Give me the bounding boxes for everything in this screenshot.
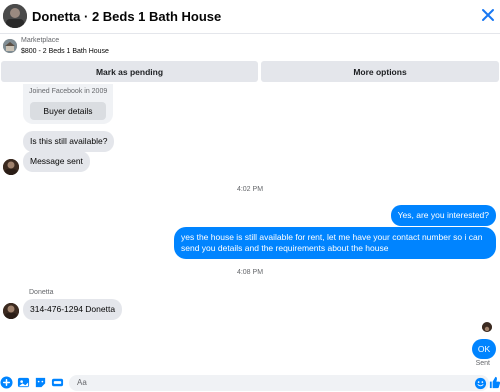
sticker-icon[interactable]: [34, 376, 47, 389]
gif-icon[interactable]: [51, 376, 64, 389]
message-outgoing[interactable]: yes the house is still available for ren…: [174, 227, 496, 259]
message-timestamp: 4:02 PM: [236, 186, 264, 193]
conversation-header: Donetta · 2 Beds 1 Bath House: [0, 0, 500, 34]
message-timestamp: 4:08 PM: [236, 269, 264, 276]
add-icon[interactable]: [0, 376, 13, 389]
listing-thumbnail: [3, 39, 17, 53]
avatar[interactable]: [3, 303, 19, 319]
emoji-icon[interactable]: [474, 377, 487, 390]
person-photo-icon: [3, 159, 19, 175]
person-photo-icon: [482, 325, 492, 332]
joined-date: Joined Facebook in 2009: [29, 88, 108, 95]
image-icon[interactable]: [17, 376, 30, 389]
listing-title: $800 - 2 Beds 1 Bath House: [21, 48, 109, 55]
person-photo-icon: [3, 303, 19, 319]
close-icon[interactable]: [480, 7, 496, 23]
house-photo-icon: [3, 39, 17, 53]
listing-info[interactable]: Marketplace $800 - 2 Beds 1 Bath House: [0, 35, 500, 61]
listing-source: Marketplace: [21, 37, 60, 44]
sender-name: Donetta: [29, 289, 54, 296]
buyer-details-button[interactable]: Buyer details: [30, 102, 106, 120]
like-icon[interactable]: [488, 376, 500, 389]
read-receipt-avatar: [482, 322, 492, 332]
sent-status: Sent: [475, 360, 490, 367]
message-input[interactable]: Aa: [69, 375, 489, 391]
message-incoming[interactable]: Is this still available?: [23, 131, 115, 152]
message-incoming[interactable]: 314-476-1294 Donetta: [23, 299, 123, 320]
mark-as-pending-button[interactable]: Mark as pending: [1, 61, 258, 82]
avatar[interactable]: [3, 4, 27, 28]
message-outgoing[interactable]: Yes, are you interested?: [390, 205, 496, 226]
message-incoming[interactable]: Message sent: [23, 151, 90, 172]
message-composer: Aa: [0, 374, 500, 392]
avatar[interactable]: [3, 159, 19, 175]
listing-actions: Mark as pending More options: [0, 61, 500, 83]
message-outgoing[interactable]: OK: [472, 339, 496, 359]
person-photo-icon: [3, 4, 27, 28]
conversation-title[interactable]: Donetta · 2 Beds 1 Bath House: [32, 9, 221, 24]
more-options-button[interactable]: More options: [261, 61, 499, 82]
